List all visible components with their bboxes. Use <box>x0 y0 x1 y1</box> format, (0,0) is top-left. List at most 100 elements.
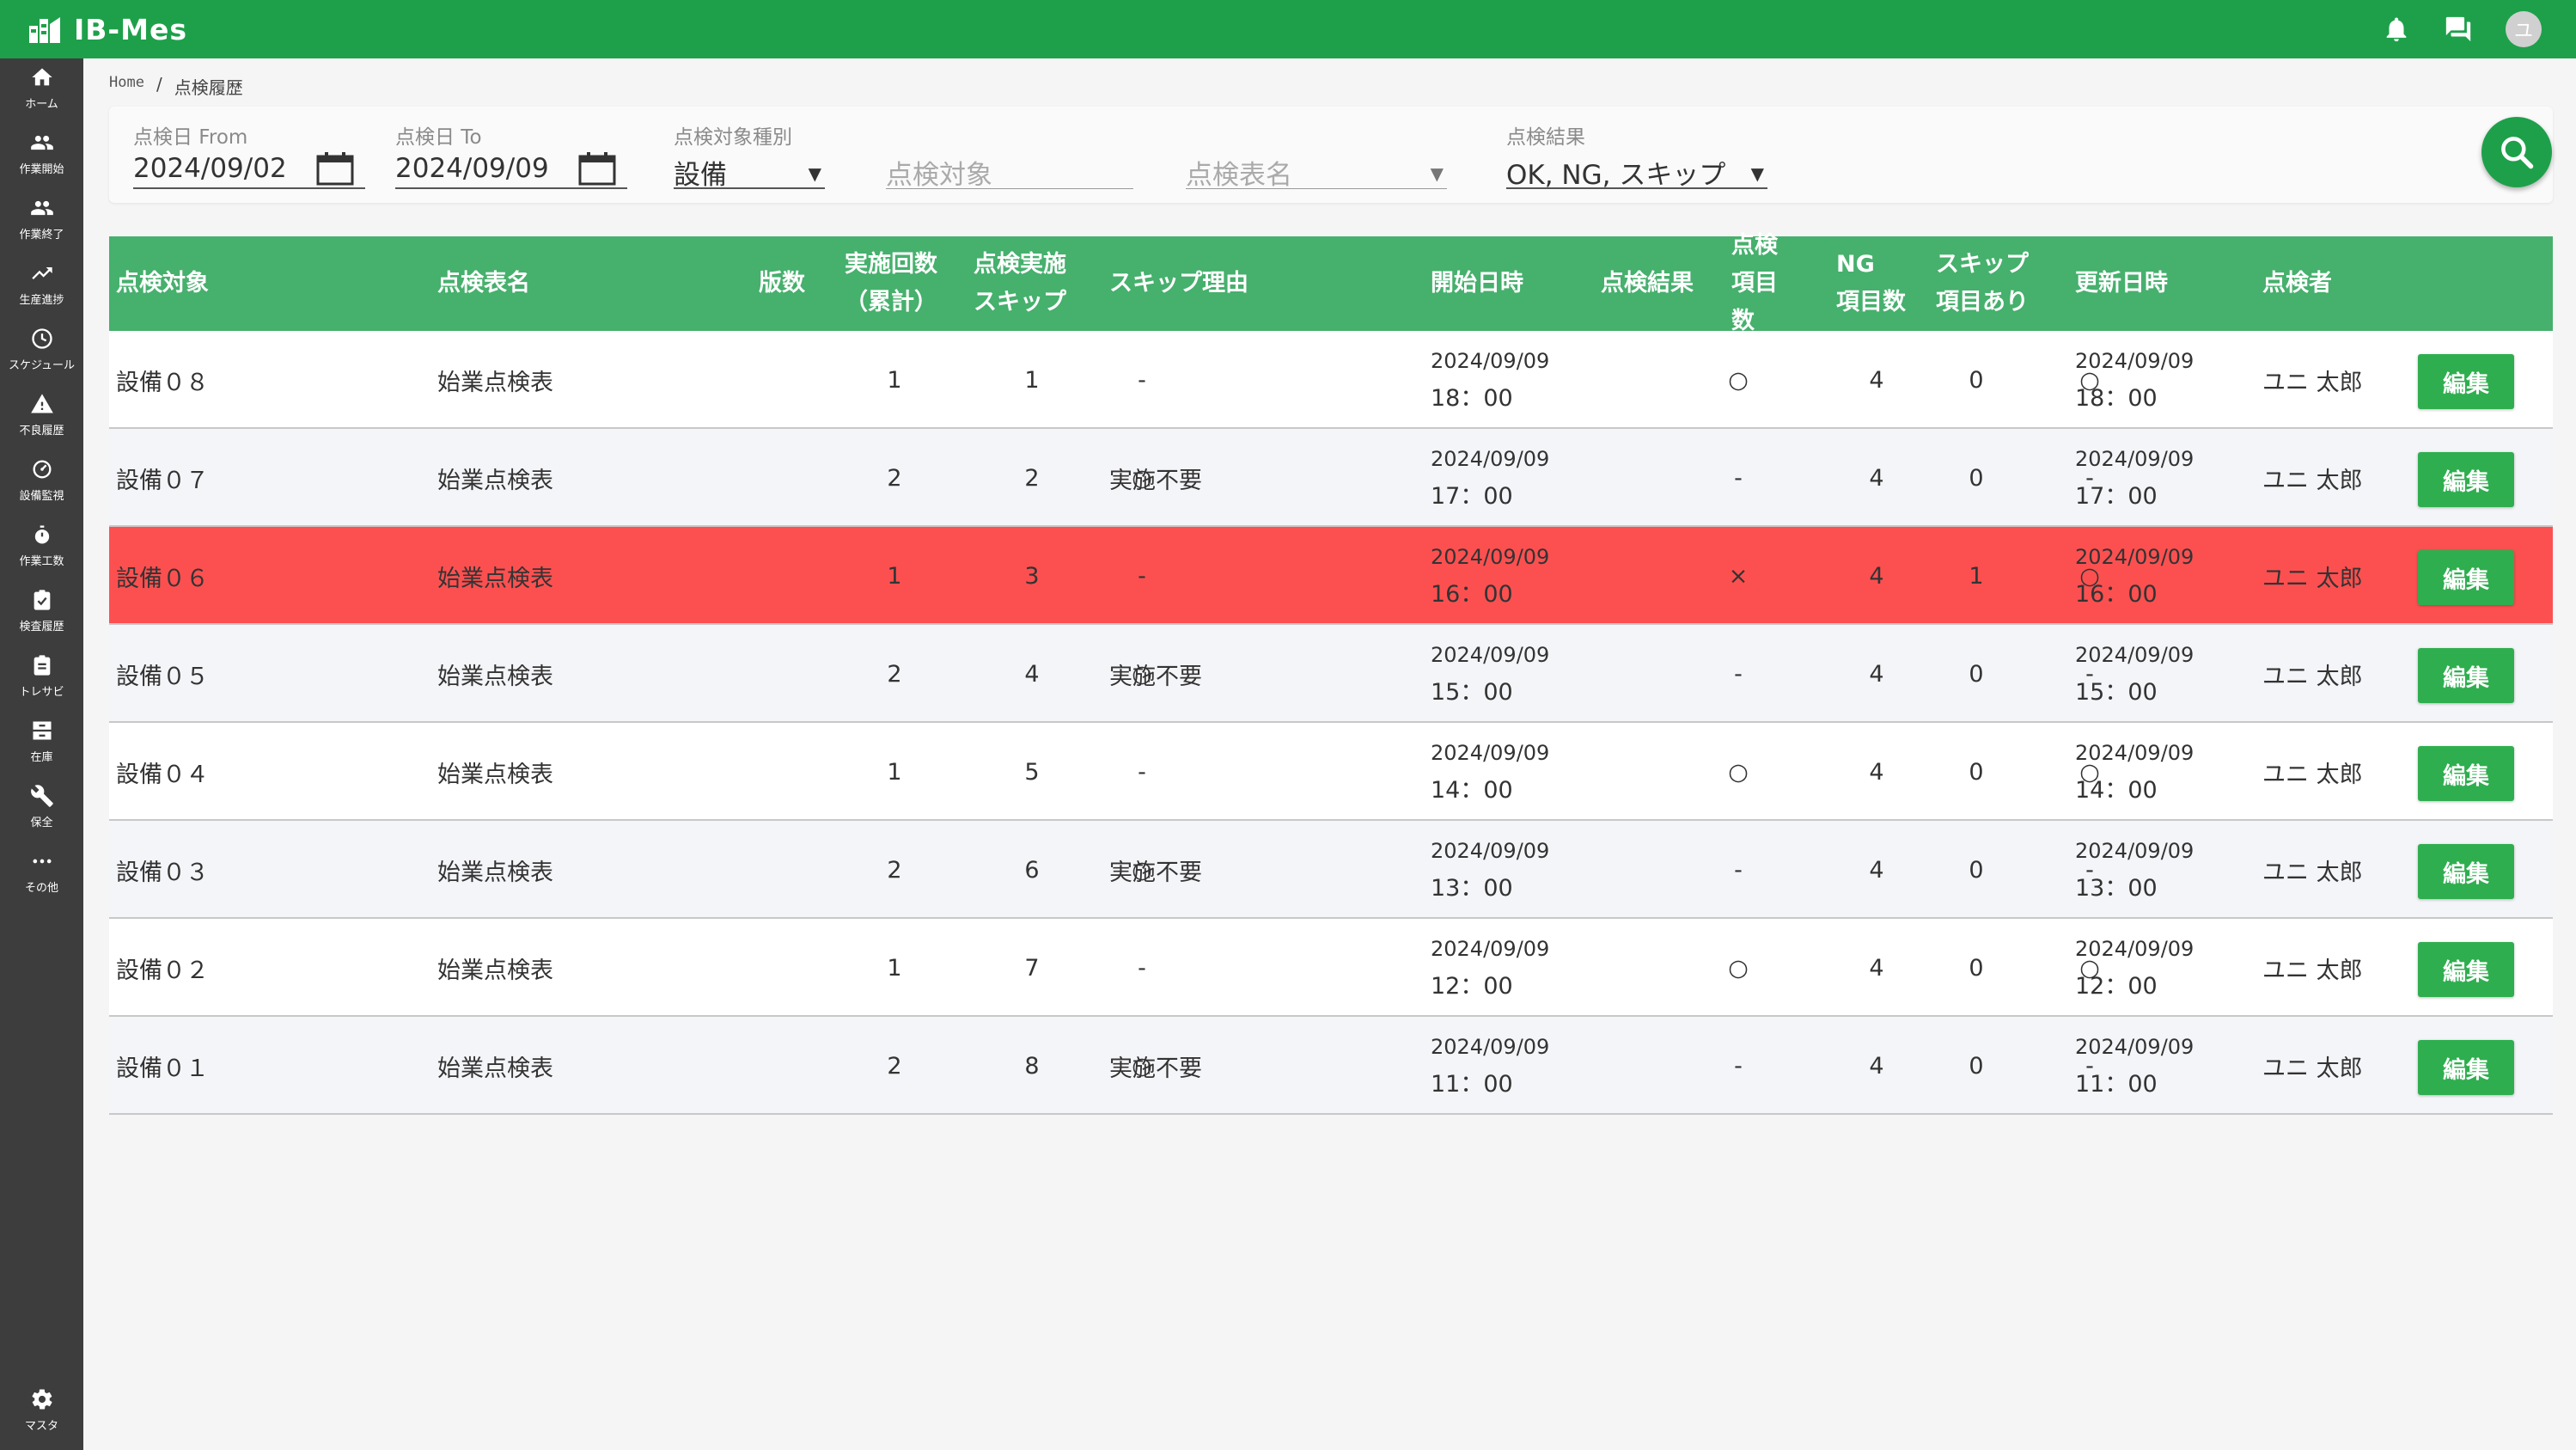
sheet-cell: 始業点検表 <box>437 663 553 690</box>
target-input[interactable]: 点検対象 <box>886 151 1133 191</box>
sidebar-item-defect-history[interactable]: 不良履歴 <box>0 392 83 452</box>
sidebar-item-work-end[interactable]: 作業終了 <box>0 196 83 256</box>
target-type-label: 点検対象種別 <box>674 126 792 149</box>
sidebar-item-master[interactable]: マスタ <box>0 1387 83 1447</box>
user-avatar[interactable]: ユ <box>2506 11 2542 47</box>
target-type-value[interactable]: 設備 <box>674 151 825 191</box>
edit-button[interactable]: 編集 <box>2418 550 2514 605</box>
updated-time: 13：00 <box>2075 875 2158 902</box>
header-result: 点検結果 <box>1601 270 1694 297</box>
sidebar-item-work-hours[interactable]: 作業工数 <box>0 523 83 583</box>
sidebar-item-inspection-history[interactable]: 検査履歴 <box>0 588 83 648</box>
sidebar-item-home[interactable]: ホーム <box>0 65 83 125</box>
chevron-down-icon: ▼ <box>1430 163 1444 184</box>
sheet-name-select[interactable]: 点検表名 ▼ <box>1186 107 1447 203</box>
updated-time: 11：00 <box>2075 1071 2158 1098</box>
edit-button[interactable]: 編集 <box>2418 844 2514 899</box>
app-bar: IB-Mes ユ <box>0 0 2576 58</box>
items-cell: 4 <box>1869 1052 1884 1080</box>
sidebar-item-label: 検査履歴 <box>19 621 64 633</box>
count-cell: 6 <box>1024 856 1040 884</box>
items-cell: 4 <box>1869 464 1884 492</box>
target-field[interactable]: 点検対象 <box>886 107 1133 203</box>
target-type-select[interactable]: 点検対象種別 設備 ▼ <box>674 107 825 203</box>
inspector-cell: ユニ 太郎 <box>2262 565 2363 592</box>
calendar-icon[interactable] <box>577 151 617 186</box>
count-cell: 4 <box>1024 660 1040 688</box>
start-datetime-cell: 2024/09/09 12：00 <box>1431 919 1549 1017</box>
bell-icon[interactable] <box>2382 15 2411 44</box>
sidebar-item-label: 保全 <box>30 817 53 829</box>
sidebar-item-label: スケジュール <box>8 359 76 372</box>
edit-button[interactable]: 編集 <box>2418 354 2514 409</box>
items-cell: 4 <box>1869 954 1884 982</box>
updated-time: 12：00 <box>2075 973 2158 1000</box>
sidebar-item-other[interactable]: その他 <box>0 849 83 909</box>
date-from-field[interactable]: 点検日 From 2024/09/02 <box>133 107 365 203</box>
sidebar-item-production-progress[interactable]: 生産進捗 <box>0 261 83 321</box>
start-datetime-cell: 2024/09/09 13：00 <box>1431 821 1549 919</box>
target-cell: 設備０１ <box>116 1055 209 1082</box>
updated-date: 2024/09/09 <box>2075 741 2194 765</box>
ng-cell: 0 <box>1969 758 1984 786</box>
updated-time: 16：00 <box>2075 581 2158 608</box>
sidebar-item-inventory[interactable]: 在庫 <box>0 719 83 779</box>
count-cell: 7 <box>1024 954 1040 982</box>
header-skip-line1: 点検実施 <box>974 251 1066 278</box>
date-to-field[interactable]: 点検日 To 2024/09/09 <box>395 107 627 203</box>
start-datetime-cell: 2024/09/09 11：00 <box>1431 1017 1549 1115</box>
edit-button[interactable]: 編集 <box>2418 746 2514 801</box>
header-items-line2: 項目数 <box>1731 270 1778 334</box>
sidebar-item-schedule[interactable]: スケジュール <box>0 327 83 387</box>
chat-icon[interactable] <box>2444 15 2473 44</box>
items-cell: 4 <box>1869 758 1884 786</box>
breadcrumb-home[interactable]: Home <box>109 74 144 99</box>
items-cell: 4 <box>1869 366 1884 394</box>
header-ng: NG 項目数 <box>1836 236 1906 331</box>
result-value[interactable]: OK, NG, スキップ <box>1506 151 1767 191</box>
monitor-icon <box>33 460 51 479</box>
skip-cell: - <box>1138 562 1146 590</box>
result-select[interactable]: 点検結果 OK, NG, スキップ ▼ <box>1506 107 1767 203</box>
app-title: IB-Mes <box>74 12 187 46</box>
items-cell: 4 <box>1869 562 1884 590</box>
start-datetime-cell: 2024/09/09 15：00 <box>1431 625 1549 723</box>
sidebar-item-work-start[interactable]: 作業開始 <box>0 131 83 191</box>
wrench-icon <box>30 785 53 807</box>
edit-button[interactable]: 編集 <box>2418 648 2514 703</box>
updated-datetime-cell: 2024/09/09 14：00 <box>2075 723 2194 821</box>
ng-cell: 0 <box>1969 660 1984 688</box>
header-ng-line1: NG <box>1836 251 1875 278</box>
result-cell: ○ <box>1728 954 1749 982</box>
clipboard-check-icon <box>34 590 50 610</box>
app-logo[interactable]: IB-Mes <box>27 13 187 46</box>
edit-button[interactable]: 編集 <box>2418 452 2514 507</box>
inspection-history-table: 点検対象 点検表名 版数 実施回数 （累計） 点検実施 スキップ スキップ理由 … <box>109 232 2553 1115</box>
chevron-down-icon: ▼ <box>808 163 821 184</box>
sidebar-item-label: 在庫 <box>30 751 53 764</box>
updated-date: 2024/09/09 <box>2075 839 2194 863</box>
clipboard-icon <box>34 655 50 676</box>
sidebar-item-maintenance[interactable]: 保全 <box>0 784 83 844</box>
group-icon <box>30 200 53 216</box>
items-cell: 4 <box>1869 660 1884 688</box>
skip-reason-cell: 実施不要 <box>1109 467 1202 494</box>
sheet-name-input[interactable]: 点検表名 <box>1186 151 1447 191</box>
sidebar-item-traceability[interactable]: トレサビ <box>0 653 83 713</box>
target-cell: 設備０６ <box>116 565 209 592</box>
header-ng-line2: 項目数 <box>1836 289 1906 315</box>
inspector-cell: ユニ 太郎 <box>2262 467 2363 494</box>
inventory-icon <box>33 721 51 740</box>
search-button[interactable] <box>2481 117 2552 187</box>
sidebar-item-equipment-monitor[interactable]: 設備監視 <box>0 457 83 517</box>
target-cell: 設備０８ <box>116 369 209 396</box>
sidebar-item-label: その他 <box>24 882 58 895</box>
updated-datetime-cell: 2024/09/09 18：00 <box>2075 331 2194 429</box>
version-cell: 1 <box>887 366 902 394</box>
calendar-icon[interactable] <box>315 151 355 186</box>
target-cell: 設備０２ <box>116 957 209 984</box>
edit-button[interactable]: 編集 <box>2418 1040 2514 1095</box>
edit-button[interactable]: 編集 <box>2418 942 2514 997</box>
skip-cell: - <box>1138 954 1146 982</box>
header-skip-item: スキップ 項目あり <box>1936 236 2029 331</box>
